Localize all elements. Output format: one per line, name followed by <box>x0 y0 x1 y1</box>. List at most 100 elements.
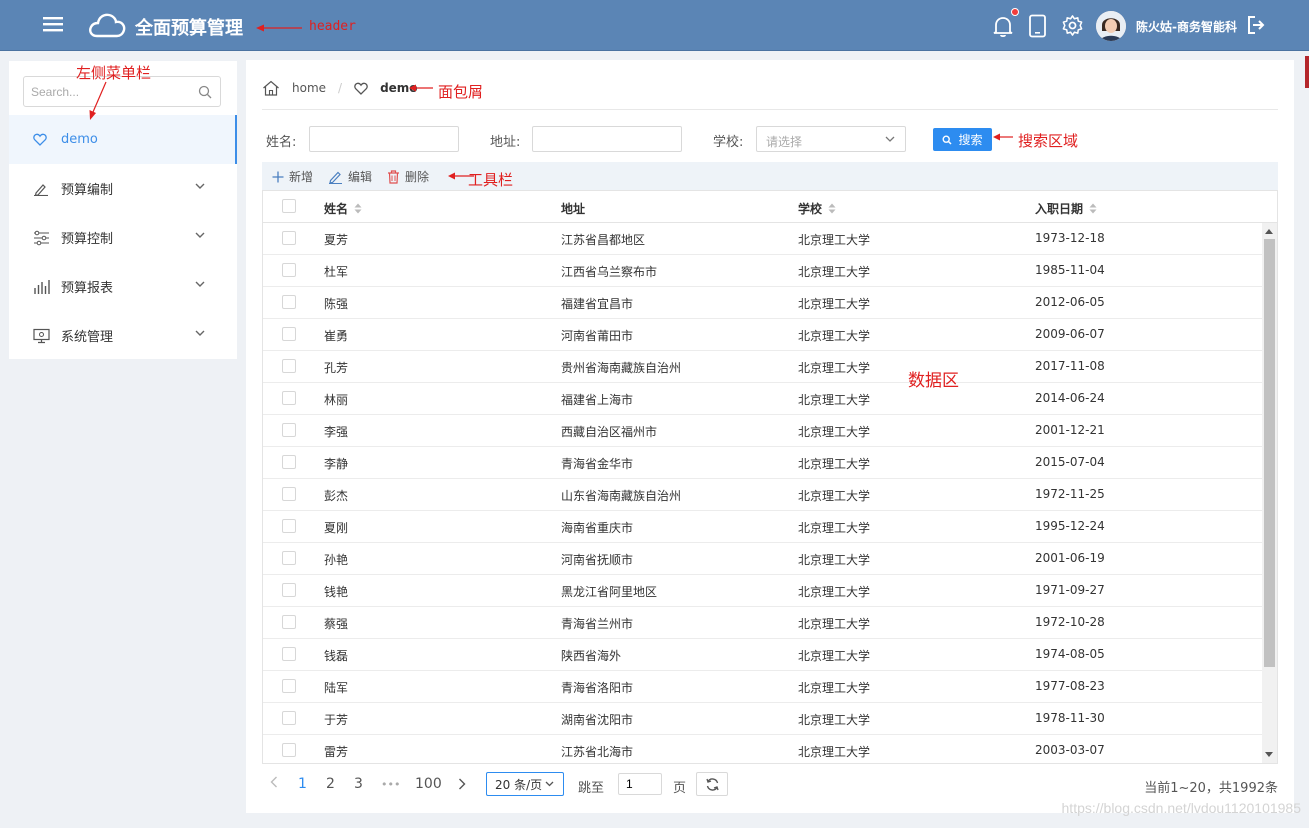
column-header-hire-date[interactable]: 入职日期 <box>1035 200 1097 217</box>
sidebar-item-budget-report[interactable]: 预算报表 <box>9 262 237 311</box>
row-checkbox[interactable] <box>282 615 296 629</box>
add-button[interactable]: 新增 <box>272 168 313 185</box>
cell-hire-date: 2014-06-24 <box>1035 391 1105 405</box>
breadcrumb-home[interactable]: home <box>292 81 326 95</box>
divider <box>262 109 1278 110</box>
avatar[interactable] <box>1096 11 1126 41</box>
scrollbar-thumb[interactable] <box>1264 239 1275 667</box>
cell-school: 北京理工大学 <box>798 233 871 247</box>
sidebar-item-label: demo <box>61 132 98 147</box>
next-page-icon[interactable] <box>458 778 466 790</box>
sidebar-item-system-admin[interactable]: 系统管理 <box>9 311 237 360</box>
page-1[interactable]: 1 <box>298 776 307 792</box>
cell-hire-date: 2012-06-05 <box>1035 295 1105 309</box>
table-row[interactable]: 彭杰 山东省海南藏族自治州 北京理工大学 1972-11-25 <box>263 479 1262 511</box>
page-size-select[interactable]: 20 条/页 <box>486 772 564 796</box>
scroll-down-arrow[interactable] <box>1265 752 1273 757</box>
table-row[interactable]: 陆军 青海省洛阳市 北京理工大学 1977-08-23 <box>263 671 1262 703</box>
annotation-data-area: 数据区 <box>908 371 959 391</box>
row-checkbox[interactable] <box>282 583 296 597</box>
table-row[interactable]: 雷芳 江苏省北海市 北京理工大学 2003-03-07 <box>263 735 1262 763</box>
user-name[interactable]: 陈火姑-商务智能科 <box>1136 18 1237 35</box>
row-checkbox[interactable] <box>282 743 296 757</box>
table-row[interactable]: 孔芳 贵州省海南藏族自治州 北京理工大学 2017-11-08 <box>263 351 1262 383</box>
refresh-button[interactable] <box>696 772 728 796</box>
select-all-checkbox[interactable] <box>282 199 296 213</box>
row-checkbox[interactable] <box>282 647 296 661</box>
jump-page-input[interactable] <box>618 773 662 795</box>
address-input[interactable] <box>532 126 682 152</box>
row-checkbox[interactable] <box>282 263 296 277</box>
sidebar-item-budget-prep[interactable]: 预算编制 <box>9 164 237 213</box>
page-100[interactable]: 100 <box>415 776 442 792</box>
page-ellipsis[interactable]: ••• <box>381 778 400 791</box>
edit-button[interactable]: 编辑 <box>328 168 372 185</box>
search-button[interactable]: 搜索 <box>933 128 992 151</box>
row-checkbox[interactable] <box>282 231 296 245</box>
row-checkbox[interactable] <box>282 391 296 405</box>
main-panel: home / demo 面包屑 姓名: 地址: 学校: 请选择 搜索 搜索区域 … <box>246 60 1294 813</box>
row-checkbox[interactable] <box>282 679 296 693</box>
bell-icon[interactable] <box>991 14 1015 38</box>
sidebar-item-label: 预算报表 <box>61 281 114 296</box>
cell-hire-date: 1995-12-24 <box>1035 519 1105 533</box>
table-row[interactable]: 夏芳 江苏省昌都地区 北京理工大学 1973-12-18 <box>263 223 1262 255</box>
row-checkbox[interactable] <box>282 359 296 373</box>
row-checkbox[interactable] <box>282 327 296 341</box>
row-checkbox[interactable] <box>282 711 296 725</box>
cell-address: 福建省宜昌市 <box>561 297 634 311</box>
logout-icon[interactable] <box>1246 15 1266 35</box>
table-row[interactable]: 钱艳 黑龙江省阿里地区 北京理工大学 1971-09-27 <box>263 575 1262 607</box>
notification-dot <box>1011 8 1019 16</box>
cell-name: 李静 <box>324 457 349 471</box>
row-checkbox[interactable] <box>282 423 296 437</box>
table-row[interactable]: 林丽 福建省上海市 北京理工大学 2014-06-24 <box>263 383 1262 415</box>
table-row[interactable]: 杜军 江西省乌兰察布市 北京理工大学 1985-11-04 <box>263 255 1262 287</box>
delete-button[interactable]: 删除 <box>387 168 429 185</box>
table-row[interactable]: 孙艳 河南省抚顺市 北京理工大学 2001-06-19 <box>263 543 1262 575</box>
row-checkbox[interactable] <box>282 455 296 469</box>
cell-address: 江西省乌兰察布市 <box>561 265 658 279</box>
search-icon[interactable] <box>198 85 212 99</box>
column-header-name[interactable]: 姓名 <box>324 200 362 217</box>
tablet-icon[interactable] <box>1028 14 1048 38</box>
cell-name: 钱艳 <box>324 585 349 599</box>
row-checkbox[interactable] <box>282 519 296 533</box>
table-row[interactable]: 于芳 湖南省沈阳市 北京理工大学 1978-11-30 <box>263 703 1262 735</box>
sort-icon[interactable] <box>828 203 836 214</box>
page-3[interactable]: 3 <box>354 776 363 792</box>
table-row[interactable]: 李静 青海省金华市 北京理工大学 2015-07-04 <box>263 447 1262 479</box>
name-input[interactable] <box>309 126 459 152</box>
refresh-icon <box>705 777 720 792</box>
cell-name: 夏刚 <box>324 521 349 535</box>
cell-hire-date: 2017-11-08 <box>1035 359 1105 373</box>
table-row[interactable]: 钱磊 陕西省海外 北京理工大学 1974-08-05 <box>263 639 1262 671</box>
table-row[interactable]: 夏刚 海南省重庆市 北京理工大学 1995-12-24 <box>263 511 1262 543</box>
row-checkbox[interactable] <box>282 551 296 565</box>
page-unit-label: 页 <box>673 781 687 796</box>
page-2[interactable]: 2 <box>326 776 335 792</box>
sidebar-item-label: 系统管理 <box>61 330 114 345</box>
chevron-down-icon <box>195 330 205 336</box>
column-header-label: 学校 <box>798 202 823 216</box>
school-select[interactable]: 请选择 <box>756 126 906 152</box>
table-row[interactable]: 李强 西藏自治区福州市 北京理工大学 2001-12-21 <box>263 415 1262 447</box>
row-checkbox[interactable] <box>282 295 296 309</box>
table-row[interactable]: 崔勇 河南省莆田市 北京理工大学 2009-06-07 <box>263 319 1262 351</box>
sidebar-item-demo[interactable]: demo <box>9 115 237 164</box>
vertical-scrollbar[interactable] <box>1262 223 1277 763</box>
prev-page-icon[interactable] <box>270 776 278 788</box>
table-row[interactable]: 陈强 福建省宜昌市 北京理工大学 2012-06-05 <box>263 287 1262 319</box>
table-row[interactable]: 蔡强 青海省兰州市 北京理工大学 1972-10-28 <box>263 607 1262 639</box>
home-icon[interactable] <box>262 80 280 96</box>
sort-icon[interactable] <box>354 203 362 214</box>
column-header-school[interactable]: 学校 <box>798 200 836 217</box>
row-checkbox[interactable] <box>282 487 296 501</box>
cell-school: 北京理工大学 <box>798 297 871 311</box>
scroll-up-arrow[interactable] <box>1265 229 1273 234</box>
gear-icon[interactable] <box>1061 14 1084 37</box>
sidebar-item-budget-control[interactable]: 预算控制 <box>9 213 237 262</box>
sort-icon[interactable] <box>1089 203 1097 214</box>
column-header-address: 地址 <box>561 200 585 217</box>
menu-icon[interactable] <box>42 15 68 37</box>
